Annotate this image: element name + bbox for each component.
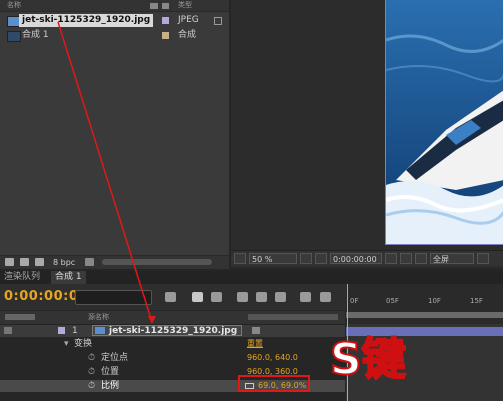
new-folder-icon[interactable]: [20, 258, 29, 266]
motion-blur-icon[interactable]: [275, 292, 286, 302]
new-composition-icon[interactable]: [35, 258, 44, 266]
label-swatch[interactable]: [162, 32, 169, 39]
draft-3d-icon[interactable]: [211, 292, 222, 302]
name-column-header[interactable]: 名称: [7, 0, 21, 11]
grid-icon[interactable]: [315, 253, 327, 264]
project-item-name: 合成 1: [22, 30, 49, 40]
stopwatch-icon[interactable]: ⏱: [88, 352, 95, 364]
label-swatch[interactable]: [58, 327, 65, 334]
viewer-timecode[interactable]: 0:00:00:00: [330, 253, 382, 264]
layer-name[interactable]: jet-ski-1125329_1920.jpg: [92, 325, 242, 336]
tag-icon: [150, 3, 158, 9]
always-preview-icon[interactable]: [234, 253, 246, 264]
ruler-tick: 15F: [470, 297, 483, 305]
ruler-tick: 05F: [386, 297, 399, 305]
image-file-icon: [95, 327, 105, 334]
project-panel: 名称 类型 jet-ski-1125329_1920.jpg JPEG 合成 1…: [0, 0, 229, 269]
ruler-tick: 10F: [428, 297, 441, 305]
bit-depth-button[interactable]: 8 bpc: [53, 256, 75, 269]
show-channel-icon[interactable]: [400, 253, 412, 264]
trash-icon[interactable]: [85, 258, 94, 266]
resolution-dropdown[interactable]: 全屏: [430, 253, 474, 264]
project-item-name: jet-ski-1125329_1920.jpg: [19, 14, 154, 27]
property-row-anchor[interactable]: ⏱ 定位点 960.0, 640.0: [0, 352, 345, 364]
source-name-column[interactable]: 源名称: [88, 311, 109, 324]
label-icon: [162, 3, 169, 9]
shy-layers-icon[interactable]: [237, 292, 248, 302]
stopwatch-icon[interactable]: ⏱: [88, 366, 95, 378]
property-name: 比例: [101, 381, 120, 391]
expand-arrow-icon[interactable]: ▾: [64, 338, 69, 350]
network-icon: [214, 17, 222, 25]
quality-switch-icon[interactable]: [252, 327, 260, 334]
visibility-icon[interactable]: [4, 327, 12, 334]
time-ruler[interactable]: 0F 05F 10F 15F: [346, 284, 503, 324]
layer-row[interactable]: 1 jet-ski-1125329_1920.jpg: [0, 325, 345, 337]
transform-label: 变换: [74, 339, 93, 349]
jetski-photo: [386, 0, 503, 244]
property-name: 位置: [101, 367, 120, 377]
project-item-jetski[interactable]: jet-ski-1125329_1920.jpg JPEG: [0, 14, 229, 27]
panel-tabs: 渲染队列 合成 1: [0, 271, 503, 284]
composition-icon: [7, 31, 21, 42]
project-item-type: JPEG: [178, 15, 199, 25]
property-value[interactable]: 960.0, 640.0: [247, 352, 298, 364]
property-name: 定位点: [101, 353, 129, 363]
layer-search-input[interactable]: [75, 290, 152, 305]
graph-editor-icon[interactable]: [300, 292, 311, 302]
layer-index: 1: [72, 326, 78, 336]
layer-switches-icon: [248, 314, 338, 320]
project-item-comp[interactable]: 合成 1 合成: [0, 29, 229, 42]
key-callout-label: S键: [329, 333, 407, 386]
work-area-bar[interactable]: [346, 312, 503, 318]
type-column-header[interactable]: 类型: [178, 0, 192, 11]
tab-render-queue[interactable]: 渲染队列: [0, 271, 44, 284]
key-callout: S键: [329, 330, 430, 390]
highlight-box: [238, 375, 310, 392]
frame-blending-icon[interactable]: [256, 292, 267, 302]
color-channel-icon[interactable]: [415, 253, 427, 264]
ruler-tick: 0F: [350, 297, 359, 305]
layer-column-header: 源名称: [0, 311, 345, 325]
stopwatch-icon[interactable]: ⏱: [88, 380, 95, 392]
comp-mini-flowchart-icon[interactable]: [165, 292, 176, 302]
tab-comp-1[interactable]: 合成 1: [51, 271, 86, 284]
reset-link[interactable]: 重置: [247, 338, 263, 350]
camera-icon[interactable]: [385, 253, 397, 264]
fast-preview-icon[interactable]: [477, 253, 489, 264]
project-column-header: 名称 类型: [0, 0, 229, 12]
project-panel-toolbar: 8 bpc: [0, 255, 229, 269]
zoom-dropdown[interactable]: 50 %: [249, 253, 297, 264]
region-icon[interactable]: [300, 253, 312, 264]
brainstorm-icon[interactable]: [320, 292, 331, 302]
property-row-rotation[interactable]: [0, 394, 345, 401]
horizontal-scrollbar[interactable]: [102, 259, 212, 265]
label-swatch[interactable]: [162, 17, 169, 24]
project-item-type: 合成: [178, 30, 197, 40]
av-switches-icon: [5, 314, 35, 320]
viewer-toolbar: 50 % 0:00:00:00 全屏: [231, 250, 503, 266]
jetski-preview-image: [385, 0, 503, 245]
interpret-footage-icon[interactable]: [5, 258, 14, 266]
transform-group-row[interactable]: ▾ 变换 重置: [0, 338, 345, 350]
live-update-icon[interactable]: [192, 292, 203, 302]
